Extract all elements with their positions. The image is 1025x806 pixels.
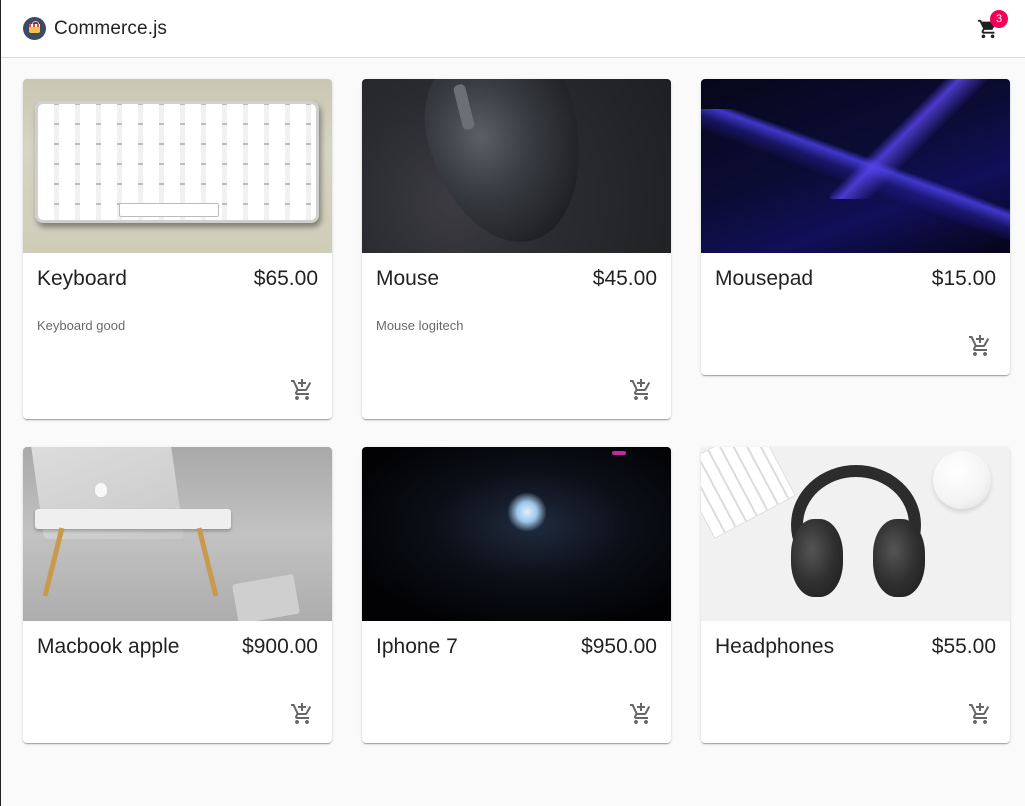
brand[interactable]: Commerce.js: [23, 17, 167, 40]
product-card: Keyboard $65.00 Keyboard good: [23, 79, 332, 419]
macbook-photo[interactable]: [23, 447, 332, 621]
product-card: Macbook apple $900.00: [23, 447, 332, 743]
add-to-cart-button[interactable]: [626, 375, 656, 405]
product-price: $55.00: [931, 635, 996, 658]
app-title: Commerce.js: [54, 17, 168, 39]
product-description: Mouse logitech: [376, 318, 464, 333]
product-name: Mouse: [376, 267, 440, 290]
product-card: Headphones $55.00: [701, 447, 1010, 743]
cart-count-badge: 3: [990, 10, 1008, 28]
add-to-cart-button[interactable]: [287, 699, 317, 729]
product-name: Headphones: [715, 635, 835, 658]
product-price: $950.00: [581, 635, 657, 658]
product-description: Keyboard good: [37, 318, 126, 333]
product-name: Iphone 7: [376, 635, 458, 658]
add-to-cart-button[interactable]: [965, 699, 995, 729]
add-shopping-cart-icon: [969, 703, 990, 724]
product-card: Mouse $45.00 Mouse logitech: [362, 79, 671, 419]
product-price: $45.00: [592, 267, 657, 290]
add-shopping-cart-icon: [969, 335, 990, 356]
product-card: Mousepad $15.00: [701, 79, 1010, 375]
product-name: Mousepad: [715, 267, 814, 290]
add-shopping-cart-icon: [291, 703, 312, 724]
app-bar: Commerce.js 3: [1, 0, 1025, 58]
product-price: $15.00: [931, 267, 996, 290]
add-shopping-cart-icon: [630, 379, 651, 400]
cart-button[interactable]: 3: [968, 9, 1008, 49]
mousepad-photo[interactable]: [701, 79, 1010, 253]
product-price: $900.00: [242, 635, 318, 658]
product-card: Iphone 7 $950.00: [362, 447, 671, 743]
add-to-cart-button[interactable]: [626, 699, 656, 729]
headphones-photo[interactable]: [701, 447, 1010, 621]
product-price: $65.00: [253, 267, 318, 290]
product-name: Keyboard: [37, 267, 127, 290]
iphone-photo[interactable]: [362, 447, 671, 621]
add-shopping-cart-icon: [291, 379, 312, 400]
shopping-bag-logo-icon: [23, 17, 46, 40]
keyboard-photo[interactable]: [23, 79, 332, 253]
product-name: Macbook apple: [37, 635, 180, 658]
add-shopping-cart-icon: [630, 703, 651, 724]
add-to-cart-button[interactable]: [965, 331, 995, 361]
mouse-photo[interactable]: [362, 79, 671, 253]
add-to-cart-button[interactable]: [287, 375, 317, 405]
